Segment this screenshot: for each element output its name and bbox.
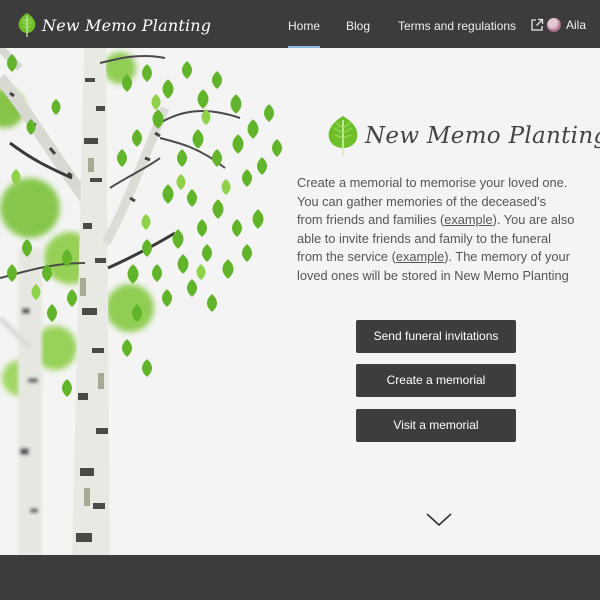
send-funeral-invitations-button[interactable]: Send funeral invitations [356,320,516,353]
footer [0,555,600,600]
hero-logo: New Memo Planting [325,114,600,158]
user-name: Aila [566,18,587,32]
create-memorial-button[interactable]: Create a memorial [356,364,516,397]
leaf-icon [328,116,358,156]
top-nav-bar: New Memo Planting Home Blog Terms and re… [0,0,600,48]
hero-section: New Memo Planting Create a memorial to m… [0,48,600,555]
nav-home[interactable]: Home [288,0,321,48]
hero-title: New Memo Planting [365,123,600,149]
chevron-down-icon[interactable] [426,513,452,527]
brand-name: New Memo Planting [42,15,212,35]
example-link[interactable]: example [444,212,492,227]
nav-terms-and-regulations[interactable]: Terms and regulations [398,0,516,48]
nav-blog[interactable]: Blog [346,0,370,48]
example-link[interactable]: example [396,249,444,264]
visit-memorial-button[interactable]: Visit a memorial [356,409,516,442]
birch-trees-image [0,48,282,555]
external-link-icon[interactable] [530,18,544,32]
avatar [547,18,561,32]
brand-logo[interactable]: New Memo Planting [16,11,211,39]
leaf-icon [18,13,36,37]
intro-text: Create a memorial to memorise your loved… [297,174,575,286]
user-menu[interactable]: Aila [547,17,586,33]
